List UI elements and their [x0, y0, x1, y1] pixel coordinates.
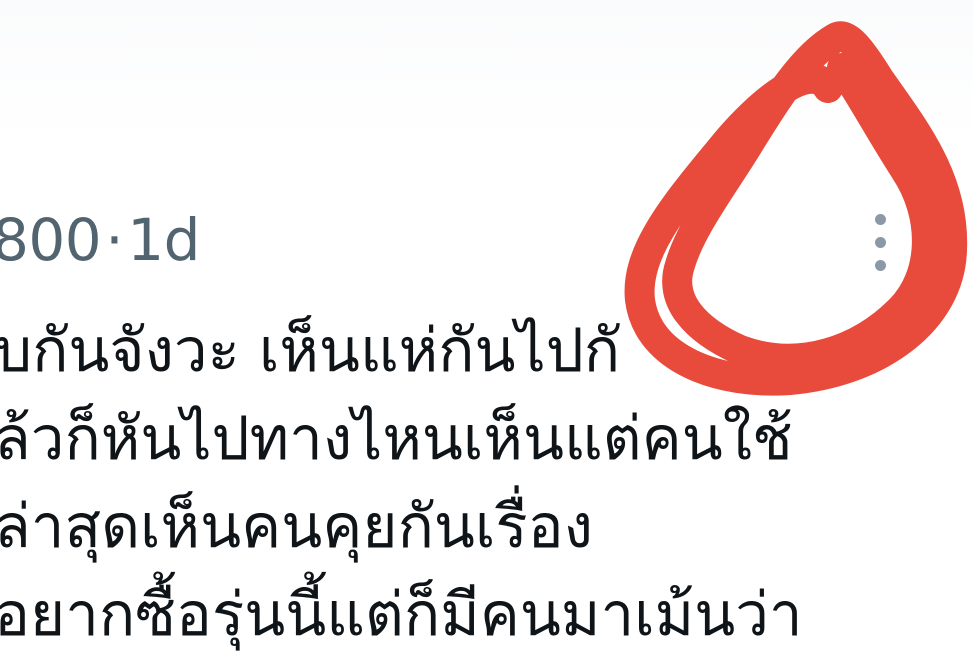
meta-separator: ·	[105, 206, 124, 274]
header-area	[0, 0, 973, 140]
post-body-line: อยากซื้อรุ่นนี้แต่ก็มีคนมาเม้นว่า	[0, 580, 803, 650]
post-body-line: บกันจังวะ เห็นแห่กันไปกั	[0, 316, 621, 386]
post-body-line: ล่าสุดเห็นคนคุยกันเรื่อง	[0, 492, 593, 562]
more-options-button[interactable]	[862, 206, 902, 280]
post-body-line: ล้วก็หันไปทางไหนเห็นแต่คนใช้	[0, 404, 793, 474]
post-body: บกันจังวะ เห็นแห่กันไปกั ล้วก็หันไปทางไห…	[0, 296, 803, 650]
post-screenshot: 800·1d บกันจังวะ เห็นแห่กันไปกั ล้วก็หัน…	[0, 0, 973, 655]
post-timestamp[interactable]: 1d	[127, 206, 200, 274]
post-handle[interactable]: 800	[0, 206, 102, 274]
post-meta: 800·1d	[0, 200, 200, 280]
